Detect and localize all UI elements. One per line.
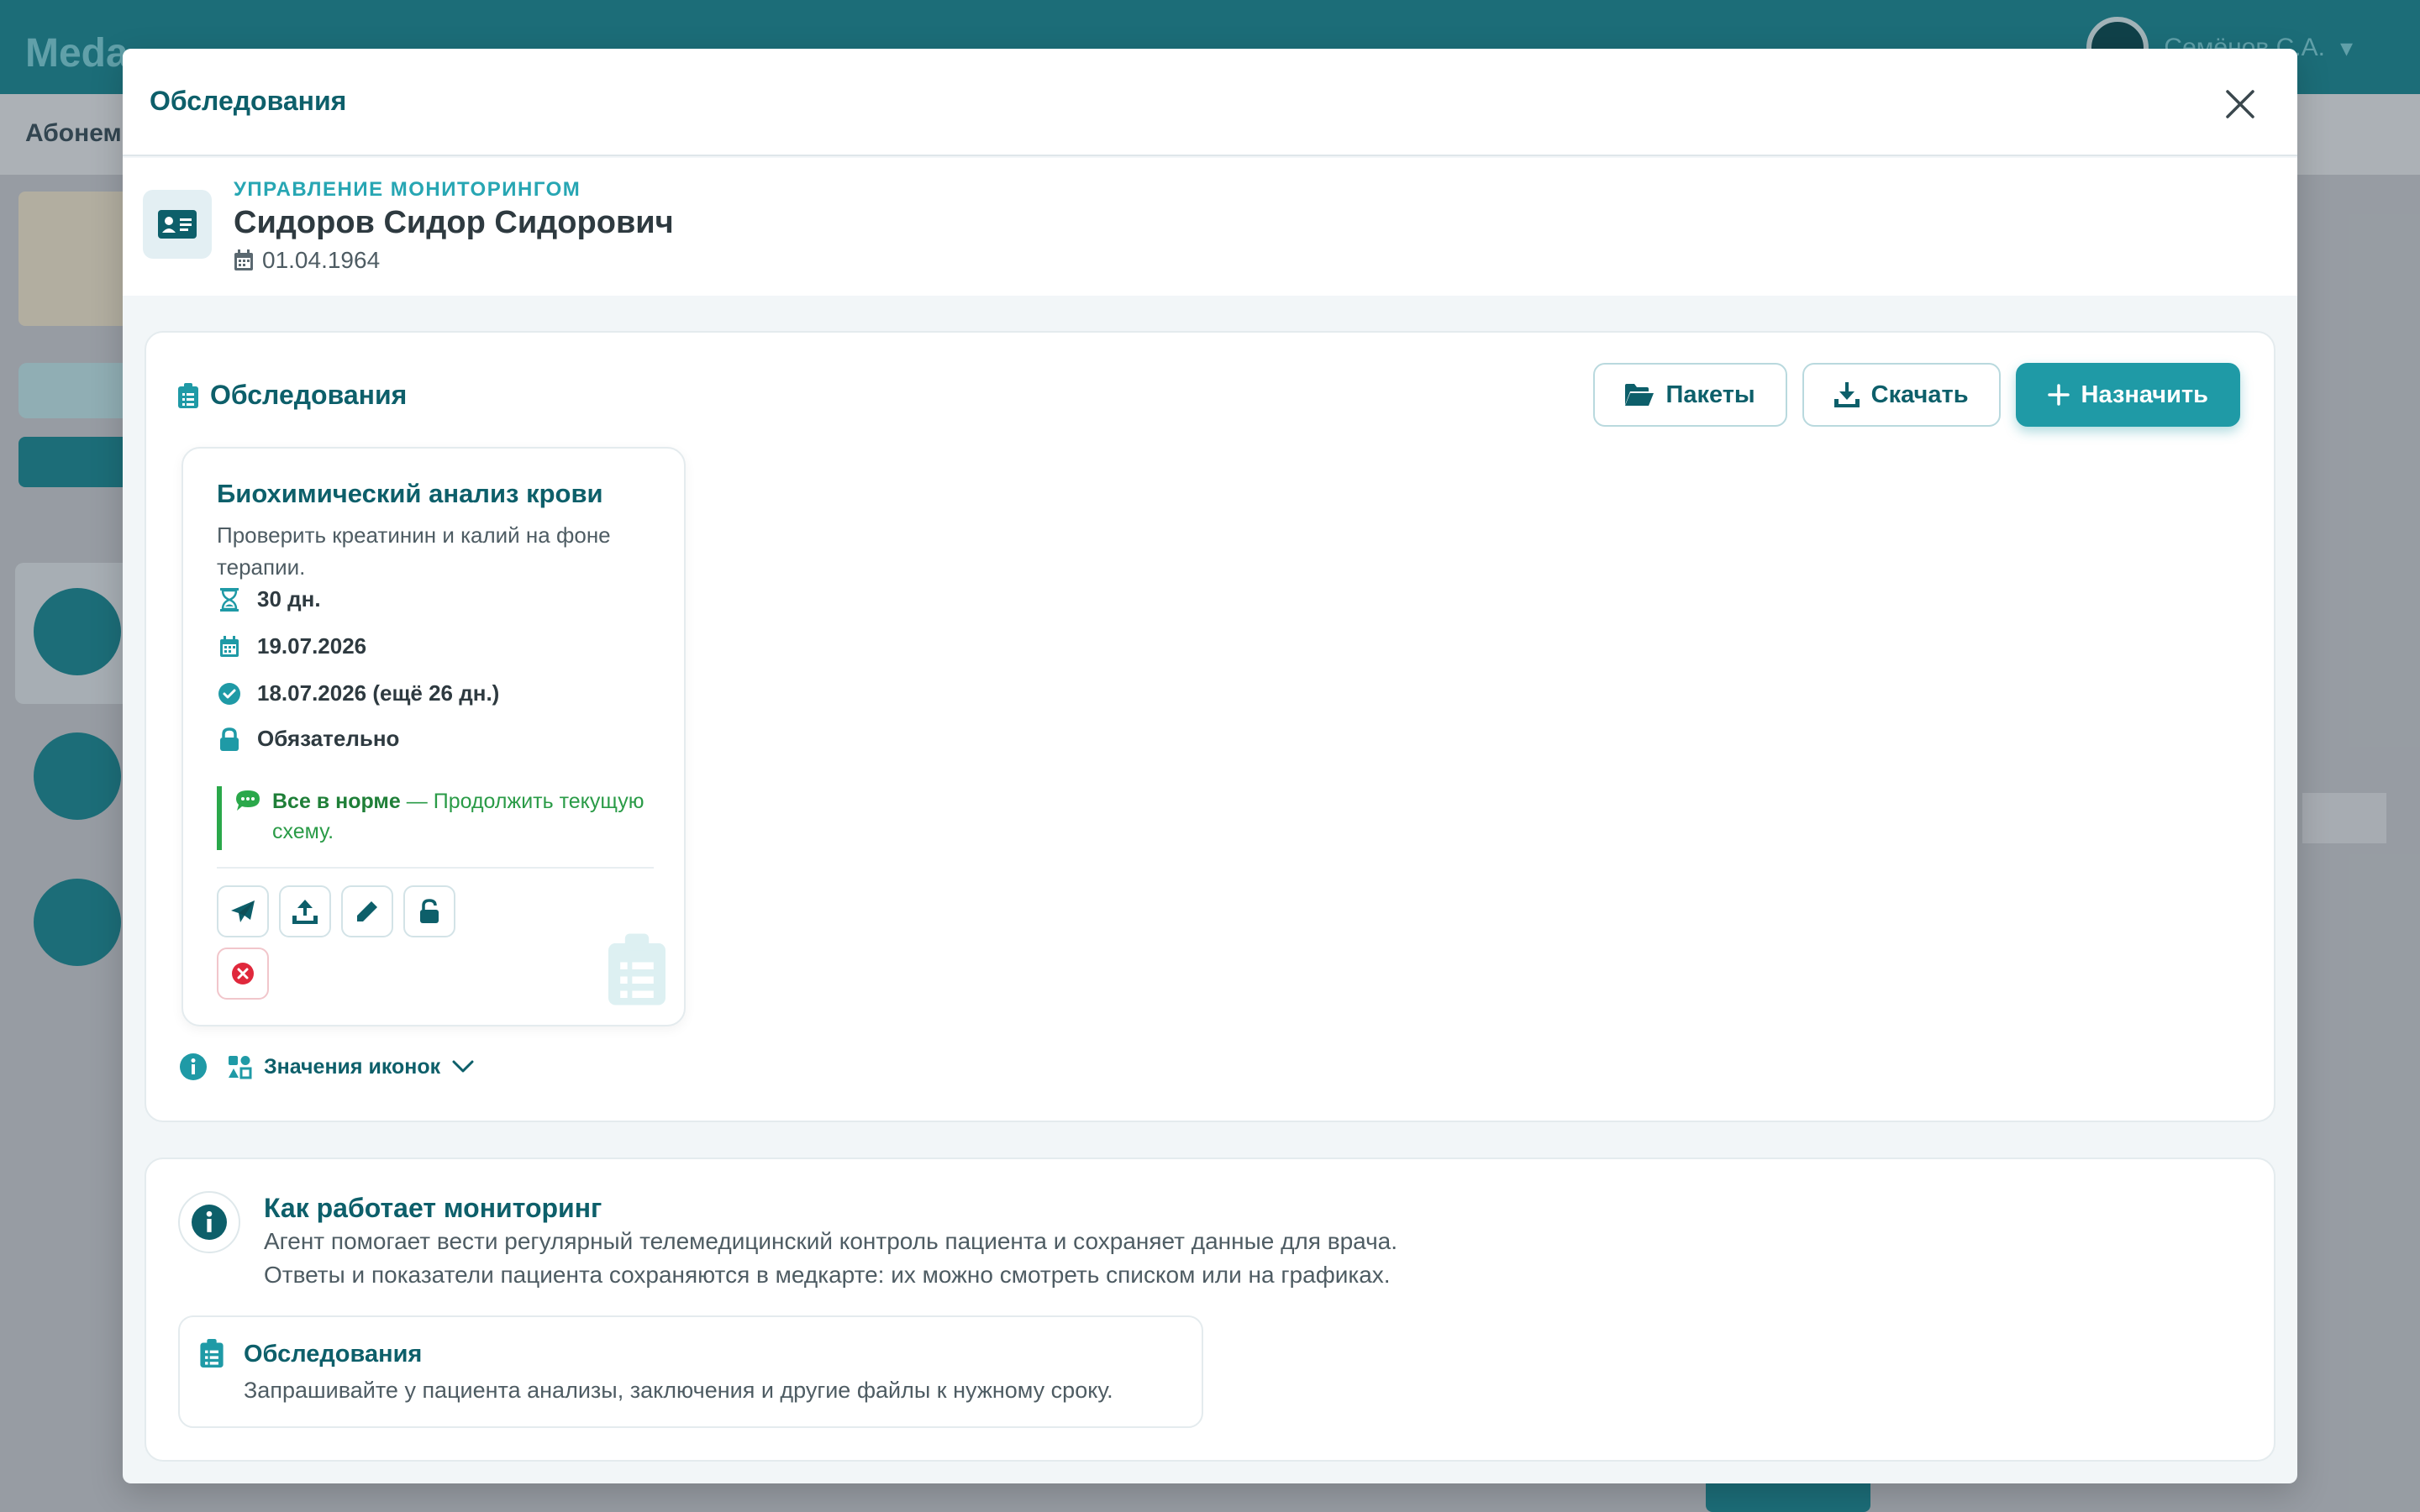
unlock-button[interactable] xyxy=(403,885,455,937)
exam-check-date: 18.07.2026 (ещё 26 дн.) xyxy=(217,680,499,706)
clipboard-list-icon xyxy=(608,933,666,1010)
upload-button[interactable] xyxy=(279,885,331,937)
pencil-icon xyxy=(357,901,377,921)
feature-title: Обследования xyxy=(244,1341,423,1368)
exam-mandatory: Обязательно xyxy=(217,726,399,752)
toolbar: Пакеты Скачать Назначить xyxy=(1593,363,2240,427)
patient-dob: 01.04.1964 xyxy=(234,247,380,274)
exams-modal: Обследования УПРАВЛЕНИЕ МОНИТОРИНГОМ Сид… xyxy=(123,49,2297,1483)
exams-section: Обследования Пакеты Скачать Назначить Би… xyxy=(145,331,2275,1122)
packages-button[interactable]: Пакеты xyxy=(1593,363,1787,427)
note-status: Все в норме xyxy=(272,790,401,813)
check-circle-icon xyxy=(218,682,240,705)
modal-title: Обследования xyxy=(150,86,347,116)
feature-description: Запрашивайте у пациента анализы, заключе… xyxy=(244,1378,1113,1403)
upload-icon xyxy=(292,900,318,924)
paper-plane-icon xyxy=(231,900,255,922)
exam-description: Проверить креатинин и калий на фоне тера… xyxy=(217,522,611,580)
patient-dob-value: 01.04.1964 xyxy=(262,247,381,273)
patient-header: УПРАВЛЕНИЕ МОНИТОРИНГОМ Сидоров Сидор Си… xyxy=(123,158,2297,296)
icon-legend-toggle[interactable]: Значения иконок xyxy=(227,1054,474,1079)
feature-card: Обследования Запрашивайте у пациента ана… xyxy=(178,1315,1203,1428)
legend-row: Значения иконок xyxy=(180,1053,474,1080)
exam-actions-secondary xyxy=(217,948,269,1000)
download-button[interactable]: Скачать xyxy=(1802,363,2001,427)
folder-open-icon xyxy=(1625,384,1655,406)
assign-button[interactable]: Назначить xyxy=(2015,363,2240,427)
patient-kicker: УПРАВЛЕНИЕ МОНИТОРИНГОМ xyxy=(234,178,581,201)
divider xyxy=(217,867,654,869)
exam-due-date: 19.07.2026 xyxy=(217,633,366,659)
exam-period: 30 дн. xyxy=(217,586,321,612)
plus-icon xyxy=(2047,384,2070,406)
edit-button[interactable] xyxy=(341,885,393,937)
id-card-icon xyxy=(143,190,212,259)
icons-icon xyxy=(229,1056,252,1079)
exam-result-note: Все в норме — Продолжить текущую схему. xyxy=(217,786,654,850)
section-title-text: Обследования xyxy=(210,380,408,410)
x-circle-icon xyxy=(232,963,254,984)
comment-icon xyxy=(236,790,260,811)
how-description-1: Агент помогает вести регулярный телемеди… xyxy=(264,1228,1398,1254)
download-icon xyxy=(1833,382,1860,407)
info-icon xyxy=(180,1053,207,1080)
exam-card: Биохимический анализ крови Проверить кре… xyxy=(182,447,686,1026)
calendar-icon xyxy=(234,249,253,270)
clipboard-list-icon xyxy=(200,1339,224,1372)
modal-header: Обследования xyxy=(123,49,2297,156)
legend-label: Значения иконок xyxy=(264,1054,441,1079)
info-icon xyxy=(178,1191,240,1253)
calendar-icon xyxy=(220,635,239,657)
close-button[interactable] xyxy=(2217,81,2264,128)
section-title: Обследования xyxy=(178,380,407,411)
unlock-icon xyxy=(420,899,439,923)
exam-title: Биохимический анализ крови xyxy=(217,479,603,508)
patient-name: Сидоров Сидор Сидорович xyxy=(234,205,674,240)
hourglass-icon xyxy=(220,587,239,612)
lock-icon xyxy=(220,727,239,751)
how-it-works-section: Как работает мониторинг Агент помогает в… xyxy=(145,1158,2275,1462)
send-button[interactable] xyxy=(217,885,269,937)
how-title: Как работает мониторинг xyxy=(264,1193,602,1223)
clipboard-list-icon xyxy=(178,382,198,408)
exam-actions xyxy=(217,885,455,937)
cancel-exam-button[interactable] xyxy=(217,948,269,1000)
how-description-2: Ответы и показатели пациента сохраняются… xyxy=(264,1262,1391,1288)
chevron-down-icon xyxy=(452,1060,474,1073)
close-icon xyxy=(2226,90,2254,118)
